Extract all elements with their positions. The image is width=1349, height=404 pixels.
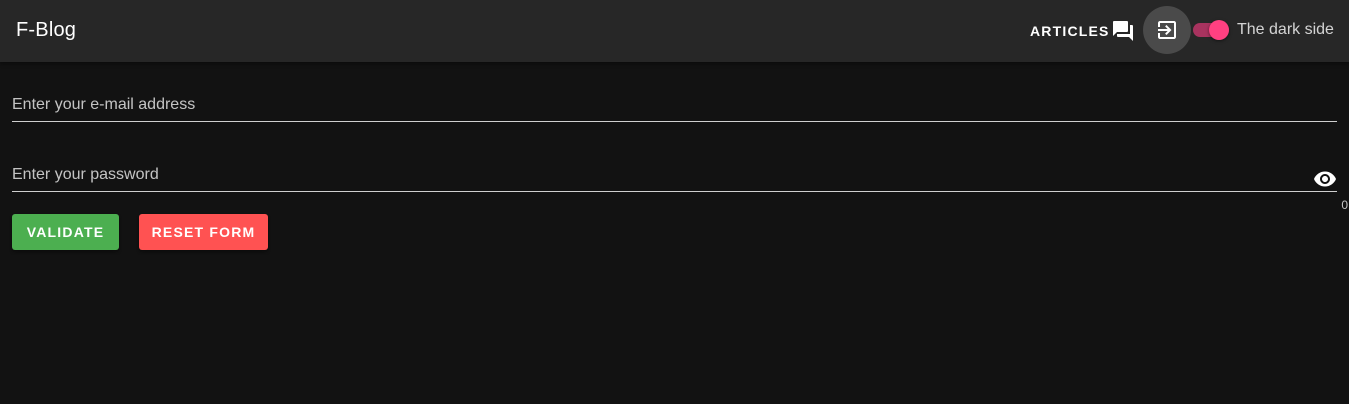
login-button[interactable] <box>1143 6 1191 54</box>
dark-mode-label: The dark side <box>1237 21 1334 38</box>
articles-nav-link[interactable]: ARTICLES <box>1030 19 1135 43</box>
app-title: F-Blog <box>16 19 77 41</box>
forum-icon <box>1112 21 1133 41</box>
eye-icon[interactable] <box>1313 167 1337 191</box>
app-bar: F-Blog ARTICLES The dark side <box>0 0 1349 62</box>
login-icon <box>1158 21 1176 39</box>
password-field[interactable] <box>12 160 1337 190</box>
password-field-container <box>12 160 1337 192</box>
switch-thumb <box>1209 20 1229 40</box>
validate-button[interactable]: VALIDATE <box>12 214 119 250</box>
password-underline <box>12 191 1337 192</box>
email-underline <box>12 121 1337 122</box>
email-field[interactable] <box>12 90 1337 120</box>
articles-nav-label: ARTICLES <box>1030 23 1110 39</box>
dark-mode-switch[interactable] <box>1193 18 1233 42</box>
reset-form-button[interactable]: RESET FORM <box>139 214 268 250</box>
email-field-container <box>12 90 1337 122</box>
password-char-counter: 0 <box>1341 198 1348 212</box>
